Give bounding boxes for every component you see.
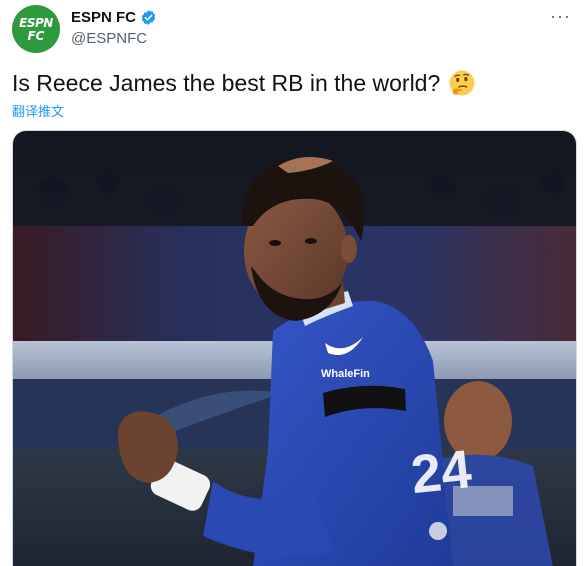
jersey-sponsor-text: WhaleFin <box>321 368 370 380</box>
tweet-media-photo[interactable]: WhaleFin 24 <box>12 130 577 566</box>
avatar[interactable]: ESPN FC <box>12 5 60 53</box>
avatar-logo-text: ESPN <box>19 15 53 30</box>
tweet-text: Is Reece James the best RB in the world? <box>12 68 476 98</box>
author-handle[interactable]: @ESPNFC <box>71 30 147 47</box>
author-name-row: ESPN FC <box>71 9 157 26</box>
jersey-number-text: 24 <box>408 439 474 505</box>
thinking-face-icon <box>449 70 475 96</box>
tweet-text-content: Is Reece James the best RB in the world? <box>12 70 441 96</box>
verified-badge-icon <box>141 10 156 25</box>
avatar-logo-text-2: FC <box>27 28 45 43</box>
more-options-icon[interactable]: ··· <box>550 6 571 27</box>
author-display-name[interactable]: ESPN FC <box>71 9 136 26</box>
tweet-card: ESPN FC ESPN FC @ESPNFC ··· Is Reece Jam… <box>0 0 585 566</box>
player-photo: WhaleFin 24 <box>13 131 576 566</box>
translate-tweet-link[interactable]: 翻译推文 <box>12 101 64 120</box>
